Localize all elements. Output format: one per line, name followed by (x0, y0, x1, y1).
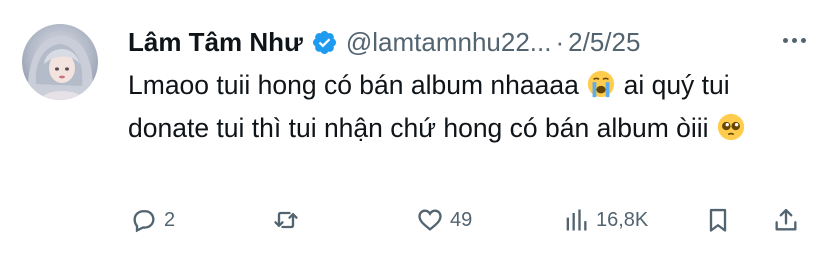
pleading-face-icon (717, 113, 745, 141)
reply-count: 2 (164, 208, 176, 231)
view-count: 16,8K (596, 208, 649, 231)
bookmark-icon (709, 208, 727, 232)
separator-dot: · (555, 26, 565, 57)
heart-icon (418, 209, 442, 231)
loudly-crying-face-icon (588, 70, 615, 98)
reply-icon (133, 210, 155, 233)
action-bar: 2 49 16,8K (0, 200, 828, 240)
verified-badge-icon (312, 30, 336, 54)
avatar[interactable] (22, 24, 98, 100)
tweet-header: Lâm Tâm Như @lamtamnhu22... · 2/5/25 (128, 22, 640, 62)
retweet-button[interactable] (272, 200, 306, 240)
tweet-text-part1: Lmaoo tuii hong có bán album nhaaaa (128, 70, 579, 100)
more-options-icon[interactable] (783, 28, 806, 52)
bookmark-button[interactable] (704, 200, 732, 240)
author-name[interactable]: Lâm Tâm Như (128, 27, 303, 58)
retweet-icon (274, 211, 298, 229)
like-count: 49 (450, 208, 473, 231)
views-chart-icon (566, 209, 587, 231)
tweet-date[interactable]: 2/5/25 (568, 27, 640, 58)
share-button[interactable] (772, 200, 800, 240)
views-button[interactable]: 16,8K (562, 200, 648, 240)
share-icon (775, 208, 797, 231)
tweet-text: Lmaoo tuii hong có bán album nhaaaa ai q… (128, 64, 808, 150)
author-handle[interactable]: @lamtamnhu22... (346, 27, 552, 58)
like-button[interactable]: 49 (416, 200, 472, 240)
reply-button[interactable]: 2 (130, 200, 175, 240)
